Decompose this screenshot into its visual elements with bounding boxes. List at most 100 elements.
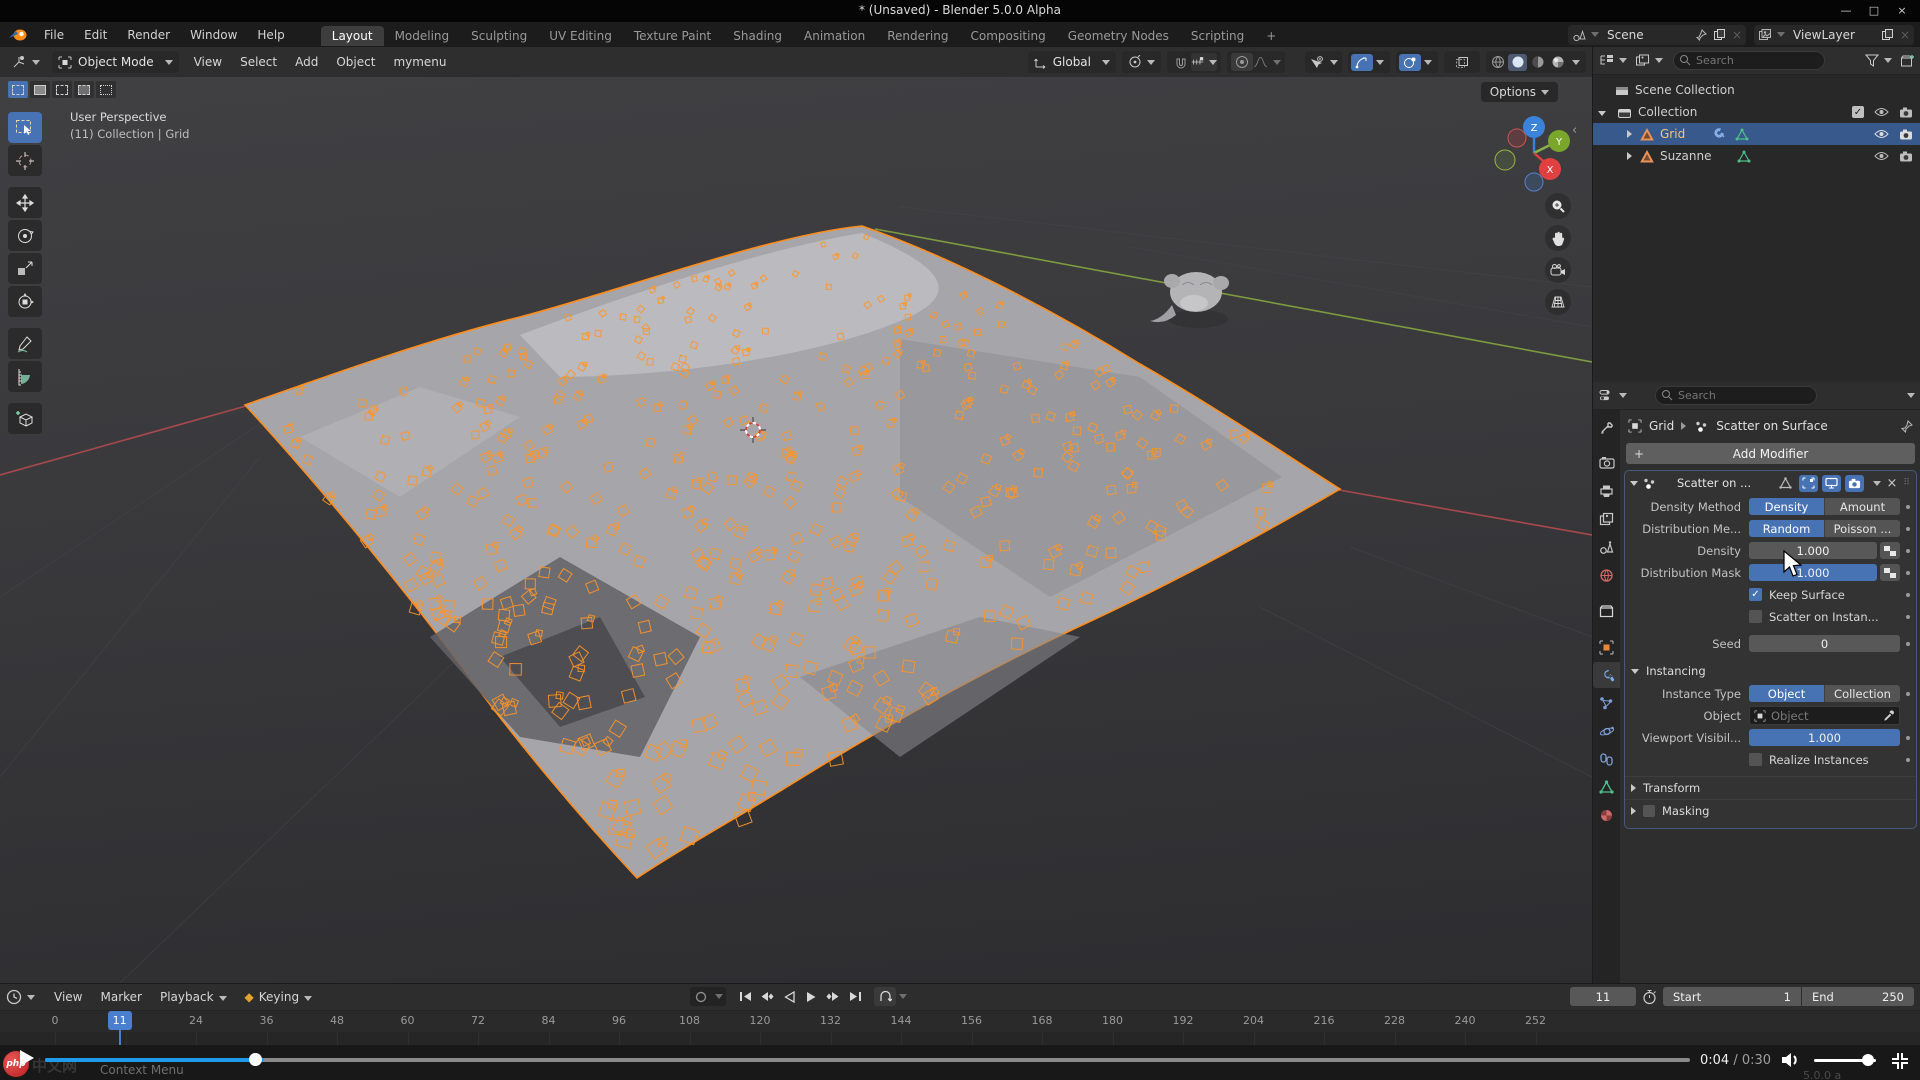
ruler-tick-228[interactable]: 228: [1380, 1014, 1410, 1027]
expand-modifier-icon[interactable]: [1630, 481, 1638, 486]
modifier-extras-dropdown[interactable]: [1873, 481, 1881, 486]
auto-keyframe-toggle[interactable]: [690, 987, 712, 1006]
scatter-on-instances-checkbox[interactable]: [1749, 610, 1762, 623]
snap-toggle[interactable]: [1171, 53, 1191, 71]
timeline-menu-view[interactable]: View: [45, 987, 91, 1007]
modifier-panel-header[interactable]: Scatter on ... × ⠿: [1625, 471, 1916, 495]
show-object-types-dropdown[interactable]: [1305, 51, 1342, 73]
volume-slider-handle[interactable]: [1862, 1054, 1874, 1066]
mode-dropdown[interactable]: Object Mode: [52, 51, 179, 73]
auto-keyframe-dropdown[interactable]: [712, 987, 726, 1006]
ruler-tick-180[interactable]: 180: [1098, 1014, 1128, 1027]
new-collection-icon[interactable]: [1900, 54, 1915, 68]
ruler-tick-144[interactable]: 144: [886, 1014, 916, 1027]
ruler-tick-240[interactable]: 240: [1450, 1014, 1480, 1027]
distribution-random[interactable]: Random: [1749, 520, 1824, 537]
viewlayer-selector[interactable]: ViewLayer ×: [1754, 25, 1914, 45]
ruler-tick-216[interactable]: 216: [1309, 1014, 1339, 1027]
show-overlays-toggle[interactable]: [1399, 54, 1421, 71]
tab-view-layer[interactable]: [1593, 506, 1620, 532]
distribution-mask-texture-button[interactable]: [1880, 564, 1900, 581]
play-reverse-button[interactable]: [778, 987, 800, 1006]
properties-search-input[interactable]: [1655, 386, 1817, 405]
shading-wireframe-button[interactable]: [1488, 54, 1507, 71]
tab-output[interactable]: [1593, 478, 1620, 504]
select-mode-extend[interactable]: [30, 81, 50, 98]
outliner-search-input[interactable]: [1673, 51, 1825, 70]
menu-help[interactable]: Help: [247, 25, 294, 45]
unlink-scene-icon[interactable]: ×: [1732, 28, 1742, 42]
next-keyframe-button[interactable]: [822, 987, 844, 1006]
tab-modifiers[interactable]: [1593, 662, 1620, 688]
realize-instances-checkbox[interactable]: [1749, 753, 1762, 766]
pin-icon[interactable]: [1696, 29, 1707, 41]
tool-cursor[interactable]: [8, 145, 42, 176]
maximize-button[interactable]: □: [1860, 2, 1888, 18]
object-picker-field[interactable]: Object: [1749, 706, 1900, 725]
masking-subpanel-header[interactable]: Masking: [1625, 799, 1916, 822]
animate-dot[interactable]: [1900, 758, 1916, 762]
ruler-tick-48[interactable]: 48: [322, 1014, 352, 1027]
animate-dot[interactable]: [1900, 736, 1916, 740]
disable-render-icon[interactable]: [1899, 107, 1913, 118]
player-play-icon[interactable]: [20, 1050, 34, 1066]
viewport-visibility-value-field[interactable]: 1.000: [1749, 729, 1900, 746]
filter-icon[interactable]: [1865, 54, 1879, 67]
density-texture-button[interactable]: [1880, 542, 1900, 559]
animate-dot[interactable]: [1900, 692, 1916, 696]
modifier-edit-mode-toggle[interactable]: [1776, 475, 1795, 492]
ruler-tick-96[interactable]: 96: [604, 1014, 634, 1027]
density-value-field[interactable]: 1.000: [1749, 542, 1877, 559]
tool-add-primitive[interactable]: [8, 403, 42, 434]
modifier-realtime-toggle[interactable]: [1822, 475, 1841, 492]
proportional-edit-toggle[interactable]: [1231, 53, 1253, 71]
tool-measure[interactable]: [8, 361, 42, 392]
tab-collection[interactable]: [1593, 598, 1620, 624]
timeline-menu-keying[interactable]: ◆Keying: [236, 987, 322, 1007]
disable-render-icon[interactable]: [1899, 129, 1913, 140]
workspace-tab-layout[interactable]: Layout: [321, 26, 384, 46]
select-mode-invert[interactable]: [74, 81, 94, 98]
animate-dot[interactable]: [1900, 615, 1916, 619]
ruler-tick-192[interactable]: 192: [1168, 1014, 1198, 1027]
seed-value-field[interactable]: 0: [1749, 635, 1900, 652]
options-button[interactable]: Options: [1481, 82, 1558, 102]
copy-viewlayer-icon[interactable]: [1881, 28, 1894, 41]
jump-to-start-button[interactable]: [734, 987, 756, 1006]
outliner-row-scene-collection[interactable]: Scene Collection: [1593, 79, 1920, 101]
end-frame-field[interactable]: End250: [1802, 987, 1914, 1006]
xray-toggle[interactable]: [1444, 51, 1480, 73]
instance-type-collection[interactable]: Collection: [1824, 685, 1900, 702]
tool-rotate[interactable]: [8, 220, 42, 251]
hide-eye-icon[interactable]: [1874, 107, 1889, 117]
jump-to-end-button[interactable]: [844, 987, 866, 1006]
menu-file[interactable]: File: [34, 25, 74, 45]
pan-view-button[interactable]: [1545, 225, 1571, 251]
exit-fullscreen-icon[interactable]: [1890, 1051, 1910, 1071]
hide-eye-icon[interactable]: [1874, 151, 1889, 161]
player-progress-handle[interactable]: [249, 1053, 262, 1066]
tab-constraints[interactable]: [1593, 746, 1620, 772]
tab-particles[interactable]: [1593, 690, 1620, 716]
workspace-tab-sculpting[interactable]: Sculpting: [460, 26, 538, 46]
transform-orientation-dropdown[interactable]: Global: [1028, 51, 1116, 73]
ruler-tick-108[interactable]: 108: [675, 1014, 705, 1027]
outliner-row-collection[interactable]: Collection ✓: [1593, 101, 1920, 123]
ruler-tick-36[interactable]: 36: [252, 1014, 282, 1027]
disable-render-icon[interactable]: [1899, 151, 1913, 162]
select-mode-intersect[interactable]: [96, 81, 116, 98]
prev-keyframe-button[interactable]: [756, 987, 778, 1006]
editor-type-button[interactable]: [6, 51, 46, 73]
animate-dot[interactable]: [1900, 527, 1916, 531]
breadcrumb-modifier[interactable]: Scatter on Surface: [1716, 419, 1894, 433]
start-frame-field[interactable]: Start1: [1663, 987, 1801, 1006]
menu-window[interactable]: Window: [180, 25, 247, 45]
snap-target-dropdown[interactable]: [1191, 53, 1217, 71]
select-mode-set[interactable]: [8, 81, 28, 98]
tool-scale[interactable]: [8, 253, 42, 284]
animate-dot[interactable]: [1900, 549, 1916, 553]
close-button[interactable]: ×: [1888, 2, 1916, 18]
outliner-row-grid[interactable]: Grid: [1593, 123, 1920, 145]
shading-rendered-button[interactable]: [1548, 54, 1567, 71]
workspace-tab-texture-paint[interactable]: Texture Paint: [623, 26, 722, 46]
